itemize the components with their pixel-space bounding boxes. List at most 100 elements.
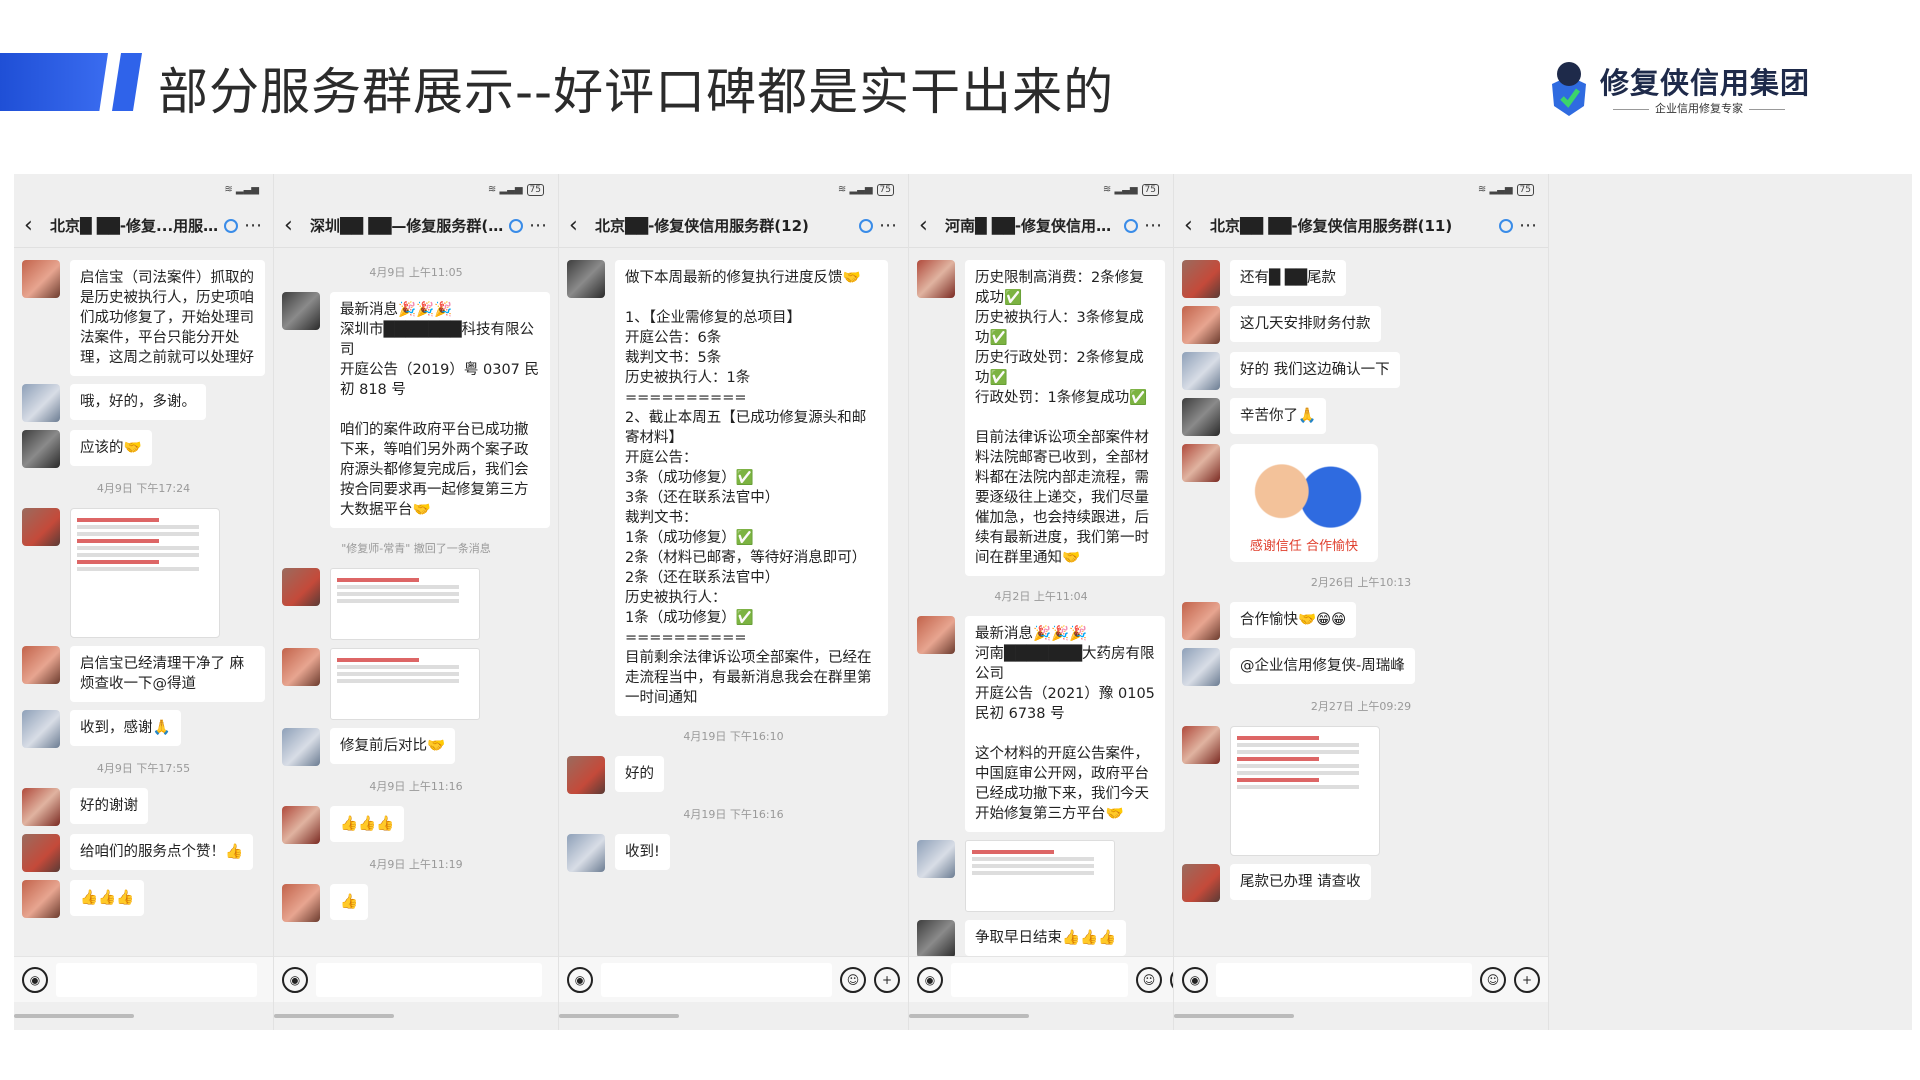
avatar[interactable]	[1182, 444, 1220, 482]
more-icon[interactable]: ⋯	[879, 215, 898, 236]
avatar[interactable]	[1182, 602, 1220, 640]
message-list: 做下本周最新的修复执行进度反馈🤝 1、【企业需修复的总项目】 开庭公告：6条 裁…	[559, 248, 908, 956]
message-bubble[interactable]: 好的	[615, 756, 664, 792]
message-input[interactable]	[1216, 962, 1472, 997]
voice-icon[interactable]: ◉	[1182, 966, 1208, 993]
avatar[interactable]	[22, 430, 60, 468]
message-input[interactable]	[951, 962, 1128, 997]
message-bubble[interactable]: 👍	[330, 884, 369, 920]
avatar[interactable]	[1182, 726, 1220, 764]
avatar[interactable]	[567, 756, 605, 794]
avatar[interactable]	[917, 840, 955, 878]
avatar[interactable]	[282, 884, 320, 922]
document-image[interactable]	[330, 648, 480, 720]
avatar[interactable]	[917, 260, 955, 298]
image-message[interactable]	[1230, 726, 1380, 856]
message-bubble[interactable]: 好的谢谢	[70, 788, 148, 824]
more-icon[interactable]: ⋯	[529, 215, 548, 236]
avatar[interactable]	[1182, 864, 1220, 902]
message-bubble[interactable]: 收到，感谢🙏	[70, 710, 181, 746]
message-bubble[interactable]: 启信宝（司法案件）抓取的是历史被执行人，历史项咱们成功修复了，开始处理司法案件，…	[70, 260, 265, 376]
avatar[interactable]	[22, 880, 60, 918]
avatar[interactable]	[1182, 398, 1220, 436]
back-icon[interactable]: ‹	[919, 213, 945, 238]
message-bubble[interactable]: 历史限制高消费：2条修复成功✅ 历史被执行人：3条修复成功✅ 历史行政处罚：2条…	[965, 260, 1165, 576]
more-icon[interactable]: ⋯	[1144, 215, 1163, 236]
document-image[interactable]	[330, 568, 480, 640]
avatar[interactable]	[22, 788, 60, 826]
message-bubble[interactable]: 收到!	[615, 834, 670, 870]
message-bubble[interactable]: 最新消息🎉🎉🎉 深圳市███████科技有限公司 开庭公告（2019）粤 030…	[330, 292, 550, 528]
avatar[interactable]	[1182, 260, 1220, 298]
message-bubble[interactable]: 还有█ ██尾款	[1230, 260, 1347, 296]
message-row: 好的 我们这边确认一下	[1182, 352, 1540, 390]
back-icon[interactable]: ‹	[569, 213, 595, 238]
message-bubble[interactable]: 尾款已办理 请查收	[1230, 864, 1371, 900]
more-icon[interactable]: ⋯	[1519, 215, 1538, 236]
message-bubble[interactable]: 好的 我们这边确认一下	[1230, 352, 1400, 388]
avatar[interactable]	[917, 920, 955, 956]
wifi-icon: ≋	[1102, 184, 1112, 195]
message-row	[1182, 726, 1540, 856]
voice-icon[interactable]: ◉	[22, 966, 48, 993]
avatar[interactable]	[282, 728, 320, 766]
avatar[interactable]	[22, 260, 60, 298]
back-icon[interactable]: ‹	[284, 213, 310, 238]
avatar[interactable]	[22, 646, 60, 684]
message-bubble[interactable]: 辛苦你了🙏	[1230, 398, 1327, 434]
avatar[interactable]	[22, 384, 60, 422]
input-bar: ◉ ☺ +	[1174, 956, 1548, 1002]
timestamp: 4月19日 下午16:16	[683, 808, 784, 821]
avatar[interactable]	[917, 616, 955, 654]
message-bubble[interactable]: 争取早日结束👍👍👍	[965, 920, 1127, 956]
emoji-icon[interactable]: ☺	[840, 966, 866, 993]
message-input[interactable]	[316, 962, 542, 997]
input-bar: ◉	[14, 956, 273, 1002]
avatar[interactable]	[282, 806, 320, 844]
avatar[interactable]	[1182, 352, 1220, 390]
message-bubble[interactable]: 做下本周最新的修复执行进度反馈🤝 1、【企业需修复的总项目】 开庭公告：6条 裁…	[615, 260, 889, 716]
message-bubble[interactable]: 最新消息🎉🎉🎉 河南███████大药房有限公司 开庭公告（2021）豫 010…	[965, 616, 1165, 832]
message-row: 好的	[567, 756, 900, 794]
timestamp: 2月27日 上午09:29	[1310, 700, 1412, 713]
sticker-image[interactable]: 感谢信任 合作愉快	[1230, 444, 1378, 562]
message-bubble[interactable]: 给咱们的服务点个赞！👍	[70, 834, 254, 870]
more-icon[interactable]: ⋯	[244, 215, 263, 236]
message-bubble[interactable]: 这几天安排财务付款	[1230, 306, 1381, 342]
avatar[interactable]	[1182, 306, 1220, 344]
voice-icon[interactable]: ◉	[917, 966, 943, 993]
plus-icon[interactable]: +	[1514, 966, 1540, 993]
avatar[interactable]	[1182, 648, 1220, 686]
document-image[interactable]	[965, 840, 1115, 912]
avatar[interactable]	[22, 508, 60, 546]
message-bubble[interactable]: 合作愉快🤝😁😁	[1230, 602, 1357, 638]
chat-title: 深圳██ ██—修复服务群(12)	[310, 217, 505, 235]
avatar[interactable]	[22, 710, 60, 748]
image-line	[77, 518, 159, 522]
message-input[interactable]	[56, 962, 257, 997]
timestamp: 4月9日 上午11:16	[369, 780, 463, 793]
message-input[interactable]	[601, 962, 832, 997]
back-icon[interactable]: ‹	[1184, 213, 1210, 238]
avatar[interactable]	[22, 834, 60, 872]
message-bubble[interactable]: 👍👍👍	[330, 806, 405, 842]
message-bubble[interactable]: 修复前后对比🤝	[330, 728, 456, 764]
message-bubble[interactable]: 👍👍👍	[70, 880, 145, 916]
emoji-icon[interactable]: ☺	[1136, 966, 1162, 993]
message-bubble[interactable]: 应该的🤝	[70, 430, 152, 466]
back-icon[interactable]: ‹	[24, 213, 50, 238]
plus-icon[interactable]: +	[874, 966, 900, 993]
message-bubble[interactable]: 启信宝已经清理干净了 麻烦查收一下@得道	[70, 646, 265, 702]
avatar[interactable]	[282, 292, 320, 330]
group-icon	[1499, 218, 1513, 233]
emoji-icon[interactable]: ☺	[1480, 966, 1506, 993]
avatar[interactable]	[567, 260, 605, 298]
voice-icon[interactable]: ◉	[567, 966, 593, 993]
avatar[interactable]	[282, 648, 320, 686]
avatar[interactable]	[567, 834, 605, 872]
message-bubble[interactable]: 哦，好的，多谢。	[70, 384, 206, 420]
message-bubble[interactable]: @企业信用修复侠-周瑞峰	[1230, 648, 1415, 684]
image-message[interactable]	[70, 508, 220, 638]
avatar[interactable]	[282, 568, 320, 606]
voice-icon[interactable]: ◉	[282, 966, 308, 993]
